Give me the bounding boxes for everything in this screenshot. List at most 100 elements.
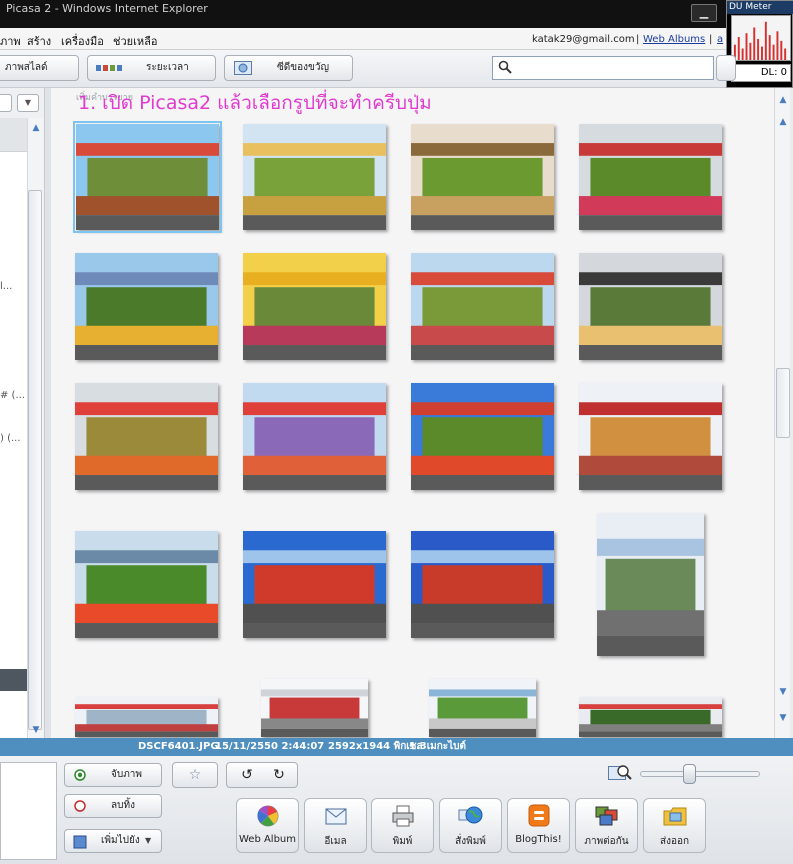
star-button[interactable]: ☆ (172, 762, 218, 788)
picture-tray[interactable] (0, 762, 57, 860)
menu-create[interactable]: สร้าง (27, 32, 51, 50)
hold-button[interactable]: จับภาพ (64, 763, 162, 787)
rotate-buttons: ↺ ↻ (226, 762, 298, 788)
bottom-tray: จับภาพ ลบทิ้ง เพิ่มไปยัง ▼ ☆ ↺ ↻ Web Alb… (0, 756, 793, 864)
scroll-down-arrow-icon[interactable]: ▼ (28, 722, 44, 738)
page-down-arrow-icon[interactable]: ▼ (775, 684, 791, 700)
folder-view-button[interactable] (0, 94, 12, 112)
collage-button[interactable]: ภาพต่อกัน (575, 798, 638, 853)
web-album-label: Web Album (238, 834, 297, 845)
menu-help[interactable]: ช่วยเหลือ (113, 32, 157, 50)
rotate-left-icon[interactable]: ↺ (235, 763, 259, 787)
scroll-down-arrow-icon[interactable]: ▼ (775, 710, 791, 726)
info-filename: DSCF6401.JPG (138, 741, 219, 752)
photo-thumbnail[interactable] (243, 253, 386, 360)
slideshow-button[interactable]: ภาพสไลด์ (0, 55, 79, 81)
photo-image (579, 383, 722, 490)
folder-item-selected[interactable] (0, 669, 27, 691)
email-icon (325, 808, 346, 825)
photo-thumbnail[interactable] (75, 531, 218, 638)
folder-item[interactable]: ) (... (0, 433, 21, 444)
search-box[interactable] (492, 56, 714, 80)
email-label: อีเมล (324, 836, 347, 847)
timeline-icon (96, 65, 122, 71)
du-meter-graph (731, 15, 791, 61)
chevron-down-icon: ▼ (145, 836, 152, 845)
folder-list[interactable] (0, 152, 27, 738)
scroll-up-arrow-icon[interactable]: ▲ (775, 92, 791, 108)
photo-image (75, 253, 218, 360)
info-filesize: 1.3เมกะไบต์ (409, 741, 467, 752)
photo-thumbnail[interactable] (579, 124, 722, 230)
web-album-icon (256, 805, 278, 827)
rotate-right-icon[interactable]: ↻ (267, 763, 291, 787)
web-album-button[interactable]: Web Album (236, 798, 299, 853)
gift-cd-button[interactable]: ซีดีของขวัญ (224, 55, 353, 81)
search-input[interactable] (515, 59, 710, 77)
photo-thumbnail[interactable] (579, 253, 722, 360)
zoom-handle[interactable] (683, 764, 696, 784)
photo-thumbnail[interactable] (411, 383, 554, 490)
photo-thumbnail[interactable] (75, 383, 218, 490)
toolbar-overflow-button[interactable] (716, 55, 736, 81)
photo-thumbnail[interactable] (75, 697, 218, 737)
menu-tools[interactable]: เครื่องมือ (61, 32, 104, 50)
folder-item[interactable]: # (... (0, 390, 25, 401)
hold-label: จับภาพ (111, 769, 143, 780)
photo-thumbnail[interactable] (579, 697, 722, 737)
folder-scroll-thumb[interactable] (28, 190, 42, 730)
scroll-up-arrow-icon[interactable]: ▲ (28, 120, 44, 136)
menu-separator: | (709, 34, 713, 45)
timeline-button[interactable]: ระยะเวลา (87, 55, 216, 81)
photo-thumbnail[interactable] (243, 124, 386, 230)
tutorial-instruction: 1. เปิด Picasa2 แล้วเลือกรูปที่จะทำครีบป… (78, 92, 432, 114)
folder-item[interactable]: l... (0, 281, 12, 292)
photo-thumbnail[interactable] (597, 513, 704, 656)
photo-image (243, 531, 386, 638)
photo-thumbnail[interactable] (579, 383, 722, 490)
export-button[interactable]: ส่งออก (643, 798, 706, 853)
photo-thumbnail[interactable] (429, 679, 536, 737)
photo-thumbnail[interactable] (261, 679, 368, 737)
order-prints-button[interactable]: สั่งพิมพ์ (439, 798, 502, 853)
photo-image (75, 697, 218, 737)
photo-image (411, 124, 554, 230)
photo-thumbnail[interactable] (243, 531, 386, 638)
print-label: พิมพ์ (392, 836, 413, 847)
globe-icon (458, 806, 482, 824)
extra-link[interactable]: a (717, 34, 723, 45)
blogthis-button[interactable]: BlogThis! (507, 798, 570, 853)
printer-icon (392, 805, 413, 827)
zoom-slider[interactable] (640, 764, 760, 784)
photo-thumbnail[interactable] (411, 253, 554, 360)
folder-list-header (0, 118, 27, 152)
add-to-button[interactable]: เพิ่มไปยัง ▼ (64, 829, 162, 853)
info-datetime: 15/11/2550 2:44:07 (215, 741, 325, 752)
window-title: Picasa 2 - Windows Internet Explorer (6, 2, 208, 15)
photo-thumbnail[interactable] (411, 531, 554, 638)
email-button[interactable]: อีเมล (304, 798, 367, 853)
lightbox-scroll-thumb[interactable] (776, 368, 790, 438)
minimize-button[interactable]: ▁ (691, 4, 717, 22)
folder-options-button[interactable]: ▼ (17, 94, 39, 112)
photo-thumbnail[interactable] (75, 253, 218, 360)
clear-icon (74, 800, 86, 812)
order-prints-label: สั่งพิมพ์ (455, 836, 486, 847)
photo-thumbnail[interactable] (243, 383, 386, 490)
blogger-icon (528, 804, 549, 827)
photo-image (243, 253, 386, 360)
photo-thumbnail[interactable] (411, 124, 554, 230)
menu-picture[interactable]: ภาพ (0, 32, 21, 50)
web-albums-link[interactable]: Web Albums (643, 34, 705, 45)
print-button[interactable]: พิมพ์ (371, 798, 434, 853)
page-up-arrow-icon[interactable]: ▲ (775, 114, 791, 130)
gift-cd-icon (234, 61, 252, 75)
clear-button[interactable]: ลบทิ้ง (64, 794, 162, 818)
photo-thumbnail[interactable] (73, 121, 222, 233)
zoom-track[interactable] (640, 771, 760, 777)
du-meter-title: DU Meter (727, 1, 793, 14)
photo-image (75, 531, 218, 638)
folder-scrollbar[interactable]: ▲ ▼ (27, 118, 43, 738)
photo-image (243, 383, 386, 490)
lightbox-scrollbar[interactable]: ▲ ▲ ▼ ▼ (774, 88, 790, 738)
